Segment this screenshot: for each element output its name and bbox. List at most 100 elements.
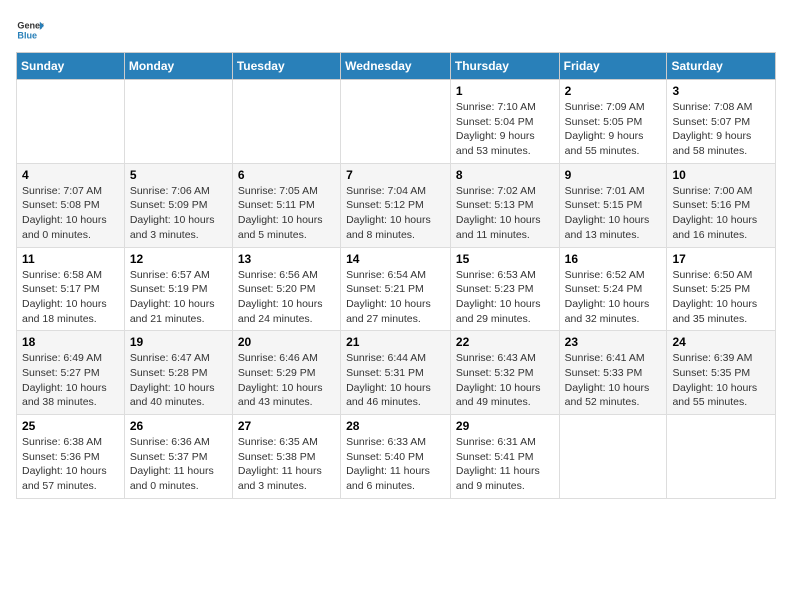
calendar-cell: 21 Sunrise: 6:44 AMSunset: 5:31 PMDayligh…	[341, 331, 451, 415]
day-info: Sunrise: 6:49 AMSunset: 5:27 PMDaylight:…	[22, 351, 119, 410]
calendar-cell: 17 Sunrise: 6:50 AMSunset: 5:25 PMDayligh…	[667, 247, 776, 331]
calendar-cell: 10 Sunrise: 7:00 AMSunset: 5:16 PMDayligh…	[667, 163, 776, 247]
calendar-cell	[17, 80, 125, 164]
day-number: 26	[130, 419, 227, 433]
calendar-cell: 3Sunrise: 7:08 AMSunset: 5:07 PMDaylight…	[667, 80, 776, 164]
calendar-week-row: 1Sunrise: 7:10 AMSunset: 5:04 PMDaylight…	[17, 80, 776, 164]
day-number: 19	[130, 335, 227, 349]
day-number: 3	[672, 84, 770, 98]
calendar-cell: 20 Sunrise: 6:46 AMSunset: 5:29 PMDayligh…	[232, 331, 340, 415]
day-info: Sunrise: 6:50 AMSunset: 5:25 PMDaylight:…	[672, 268, 770, 327]
day-number: 28	[346, 419, 445, 433]
calendar-cell	[341, 80, 451, 164]
calendar-cell	[124, 80, 232, 164]
calendar-cell: 16 Sunrise: 6:52 AMSunset: 5:24 PMDayligh…	[559, 247, 667, 331]
day-number: 5	[130, 168, 227, 182]
day-info: Sunrise: 7:09 AMSunset: 5:05 PMDaylight:…	[565, 100, 662, 159]
calendar-cell: 27 Sunrise: 6:35 AMSunset: 5:38 PMDayligh…	[232, 415, 340, 499]
day-number: 21	[346, 335, 445, 349]
day-info: Sunrise: 6:31 AMSunset: 5:41 PMDaylight:…	[456, 435, 554, 494]
calendar-cell: 19 Sunrise: 6:47 AMSunset: 5:28 PMDayligh…	[124, 331, 232, 415]
day-info: Sunrise: 6:53 AMSunset: 5:23 PMDaylight:…	[456, 268, 554, 327]
day-info: Sunrise: 7:02 AMSunset: 5:13 PMDaylight:…	[456, 184, 554, 243]
calendar-cell	[667, 415, 776, 499]
day-number: 23	[565, 335, 662, 349]
calendar-cell: 25 Sunrise: 6:38 AMSunset: 5:36 PMDayligh…	[17, 415, 125, 499]
calendar-cell: 14 Sunrise: 6:54 AMSunset: 5:21 PMDayligh…	[341, 247, 451, 331]
svg-text:Blue: Blue	[17, 30, 37, 40]
day-number: 27	[238, 419, 335, 433]
day-number: 12	[130, 252, 227, 266]
day-info: Sunrise: 6:44 AMSunset: 5:31 PMDaylight:…	[346, 351, 445, 410]
day-info: Sunrise: 6:39 AMSunset: 5:35 PMDaylight:…	[672, 351, 770, 410]
day-info: Sunrise: 6:54 AMSunset: 5:21 PMDaylight:…	[346, 268, 445, 327]
calendar-week-row: 11 Sunrise: 6:58 AMSunset: 5:17 PMDayligh…	[17, 247, 776, 331]
calendar-cell: 4Sunrise: 7:07 AMSunset: 5:08 PMDaylight…	[17, 163, 125, 247]
day-number: 22	[456, 335, 554, 349]
calendar-cell: 6 Sunrise: 7:05 AMSunset: 5:11 PMDaylight…	[232, 163, 340, 247]
day-info: Sunrise: 6:58 AMSunset: 5:17 PMDaylight:…	[22, 268, 119, 327]
day-info: Sunrise: 6:52 AMSunset: 5:24 PMDaylight:…	[565, 268, 662, 327]
calendar-cell: 12 Sunrise: 6:57 AMSunset: 5:19 PMDayligh…	[124, 247, 232, 331]
calendar-week-row: 4Sunrise: 7:07 AMSunset: 5:08 PMDaylight…	[17, 163, 776, 247]
calendar-cell: 26 Sunrise: 6:36 AMSunset: 5:37 PMDayligh…	[124, 415, 232, 499]
day-number: 29	[456, 419, 554, 433]
calendar-cell: 29 Sunrise: 6:31 AMSunset: 5:41 PMDayligh…	[450, 415, 559, 499]
day-info: Sunrise: 6:33 AMSunset: 5:40 PMDaylight:…	[346, 435, 445, 494]
day-number: 18	[22, 335, 119, 349]
calendar-cell: 2 Sunrise: 7:09 AMSunset: 5:05 PMDaylight…	[559, 80, 667, 164]
day-number: 24	[672, 335, 770, 349]
calendar-cell: 23 Sunrise: 6:41 AMSunset: 5:33 PMDayligh…	[559, 331, 667, 415]
calendar-cell: 13 Sunrise: 6:56 AMSunset: 5:20 PMDayligh…	[232, 247, 340, 331]
day-info: Sunrise: 6:35 AMSunset: 5:38 PMDaylight:…	[238, 435, 335, 494]
day-info: Sunrise: 6:43 AMSunset: 5:32 PMDaylight:…	[456, 351, 554, 410]
day-info: Sunrise: 7:05 AMSunset: 5:11 PMDaylight:…	[238, 184, 335, 243]
day-info: Sunrise: 6:41 AMSunset: 5:33 PMDaylight:…	[565, 351, 662, 410]
calendar-cell: 5Sunrise: 7:06 AMSunset: 5:09 PMDaylight…	[124, 163, 232, 247]
day-number: 20	[238, 335, 335, 349]
header-monday: Monday	[124, 53, 232, 80]
day-info: Sunrise: 6:38 AMSunset: 5:36 PMDaylight:…	[22, 435, 119, 494]
day-info: Sunrise: 6:56 AMSunset: 5:20 PMDaylight:…	[238, 268, 335, 327]
calendar-week-row: 18 Sunrise: 6:49 AMSunset: 5:27 PMDayligh…	[17, 331, 776, 415]
calendar-week-row: 25 Sunrise: 6:38 AMSunset: 5:36 PMDayligh…	[17, 415, 776, 499]
day-number: 11	[22, 252, 119, 266]
logo: General Blue	[16, 16, 48, 44]
calendar-cell	[559, 415, 667, 499]
day-info: Sunrise: 6:47 AMSunset: 5:28 PMDaylight:…	[130, 351, 227, 410]
day-number: 9	[565, 168, 662, 182]
calendar-cell: 18 Sunrise: 6:49 AMSunset: 5:27 PMDayligh…	[17, 331, 125, 415]
calendar-header-row: SundayMondayTuesdayWednesdayThursdayFrid…	[17, 53, 776, 80]
calendar-cell: 8 Sunrise: 7:02 AMSunset: 5:13 PMDaylight…	[450, 163, 559, 247]
day-info: Sunrise: 7:00 AMSunset: 5:16 PMDaylight:…	[672, 184, 770, 243]
calendar-cell: 24 Sunrise: 6:39 AMSunset: 5:35 PMDayligh…	[667, 331, 776, 415]
day-info: Sunrise: 6:46 AMSunset: 5:29 PMDaylight:…	[238, 351, 335, 410]
logo-icon: General Blue	[16, 16, 44, 44]
day-info: Sunrise: 6:36 AMSunset: 5:37 PMDaylight:…	[130, 435, 227, 494]
day-number: 7	[346, 168, 445, 182]
header-thursday: Thursday	[450, 53, 559, 80]
day-number: 17	[672, 252, 770, 266]
day-info: Sunrise: 6:57 AMSunset: 5:19 PMDaylight:…	[130, 268, 227, 327]
day-number: 2	[565, 84, 662, 98]
calendar-cell: 11 Sunrise: 6:58 AMSunset: 5:17 PMDayligh…	[17, 247, 125, 331]
calendar-table: SundayMondayTuesdayWednesdayThursdayFrid…	[16, 52, 776, 499]
day-number: 13	[238, 252, 335, 266]
header-sunday: Sunday	[17, 53, 125, 80]
day-number: 10	[672, 168, 770, 182]
calendar-cell: 22 Sunrise: 6:43 AMSunset: 5:32 PMDayligh…	[450, 331, 559, 415]
calendar-cell: 1Sunrise: 7:10 AMSunset: 5:04 PMDaylight…	[450, 80, 559, 164]
calendar-cell: 15 Sunrise: 6:53 AMSunset: 5:23 PMDayligh…	[450, 247, 559, 331]
day-info: Sunrise: 7:04 AMSunset: 5:12 PMDaylight:…	[346, 184, 445, 243]
day-info: Sunrise: 7:07 AMSunset: 5:08 PMDaylight:…	[22, 184, 119, 243]
day-number: 14	[346, 252, 445, 266]
day-number: 15	[456, 252, 554, 266]
header-wednesday: Wednesday	[341, 53, 451, 80]
day-number: 16	[565, 252, 662, 266]
calendar-cell: 28 Sunrise: 6:33 AMSunset: 5:40 PMDayligh…	[341, 415, 451, 499]
day-number: 1	[456, 84, 554, 98]
day-number: 25	[22, 419, 119, 433]
day-number: 8	[456, 168, 554, 182]
day-number: 6	[238, 168, 335, 182]
calendar-cell	[232, 80, 340, 164]
